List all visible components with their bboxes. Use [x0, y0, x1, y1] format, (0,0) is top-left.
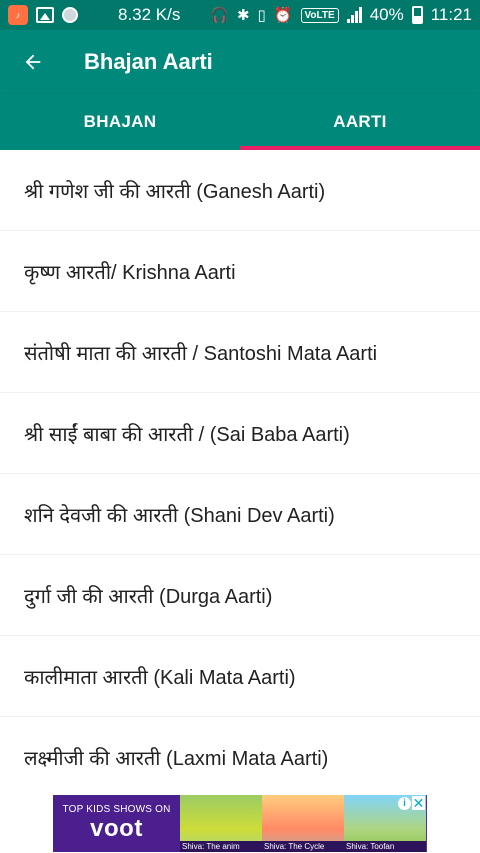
- network-speed: 8.32 K/s: [118, 5, 181, 24]
- app-notification-icon: ♪: [8, 5, 28, 25]
- list-item[interactable]: श्री गणेश जी की आरती (Ganesh Aarti): [0, 150, 480, 231]
- ad-info-icon[interactable]: i: [398, 797, 411, 810]
- tab-bar: BHAJAN AARTI: [0, 94, 480, 150]
- battery-icon: [411, 6, 423, 24]
- alarm-icon: ⏰: [273, 6, 293, 24]
- voot-logo: voot: [90, 815, 143, 842]
- ad-thumbnail[interactable]: Shiva: The Cycle: [262, 795, 344, 852]
- back-arrow-icon[interactable]: [0, 30, 66, 94]
- clock: 11:21: [430, 5, 472, 24]
- ad-tagline: TOP KIDS SHOWS ON: [62, 804, 171, 815]
- tab-bhajan[interactable]: BHAJAN: [0, 94, 240, 150]
- ad-thumb-caption: Shiva: Toofan: [344, 841, 426, 852]
- vibrate-icon: ▯: [257, 6, 266, 24]
- list-item[interactable]: संतोषी माता की आरती / Santoshi Mata Aart…: [0, 312, 480, 393]
- image-notification-icon: [36, 7, 54, 23]
- list-item[interactable]: लक्ष्मीजी की आरती (Laxmi Mata Aarti): [0, 717, 480, 795]
- notification-circle-icon: [62, 7, 78, 23]
- page-title: Bhajan Aarti: [84, 49, 213, 74]
- status-bar: ♪ 8.32 K/s 🎧 ✱ ▯ ⏰ VoLTE 40% 11:21: [0, 0, 480, 30]
- list-item[interactable]: शनि देवजी की आरती (Shani Dev Aarti): [0, 474, 480, 555]
- list-item[interactable]: कालीमाता आरती (Kali Mata Aarti): [0, 636, 480, 717]
- aarti-list: श्री गणेश जी की आरती (Ganesh Aarti) कृष्…: [0, 150, 480, 795]
- list-item[interactable]: दुर्गा जी की आरती (Durga Aarti): [0, 555, 480, 636]
- ad-thumb-caption: Shiva: The anim: [180, 841, 262, 852]
- app-bar: Bhajan Aarti: [0, 30, 480, 94]
- ad-banner[interactable]: TOP KIDS SHOWS ON voot Shiva: The anim S…: [53, 795, 427, 852]
- volte-badge: VoLTE: [300, 7, 339, 23]
- ad-thumbnail[interactable]: Shiva: The anim: [180, 795, 262, 852]
- tab-aarti[interactable]: AARTI: [240, 94, 480, 150]
- list-item[interactable]: श्री साईं बाबा की आरती / (Sai Baba Aarti…: [0, 393, 480, 474]
- ad-brand-block[interactable]: TOP KIDS SHOWS ON voot: [53, 795, 180, 852]
- list-item[interactable]: कृष्ण आरती/ Krishna Aarti: [0, 231, 480, 312]
- battery-percent: 40%: [369, 5, 404, 24]
- ad-thumb-caption: Shiva: The Cycle: [262, 841, 344, 852]
- ad-close-icon[interactable]: ✕: [412, 796, 425, 810]
- bluetooth-icon: ✱: [236, 6, 250, 24]
- headphones-icon: 🎧: [210, 6, 229, 24]
- signal-icon: [346, 7, 362, 23]
